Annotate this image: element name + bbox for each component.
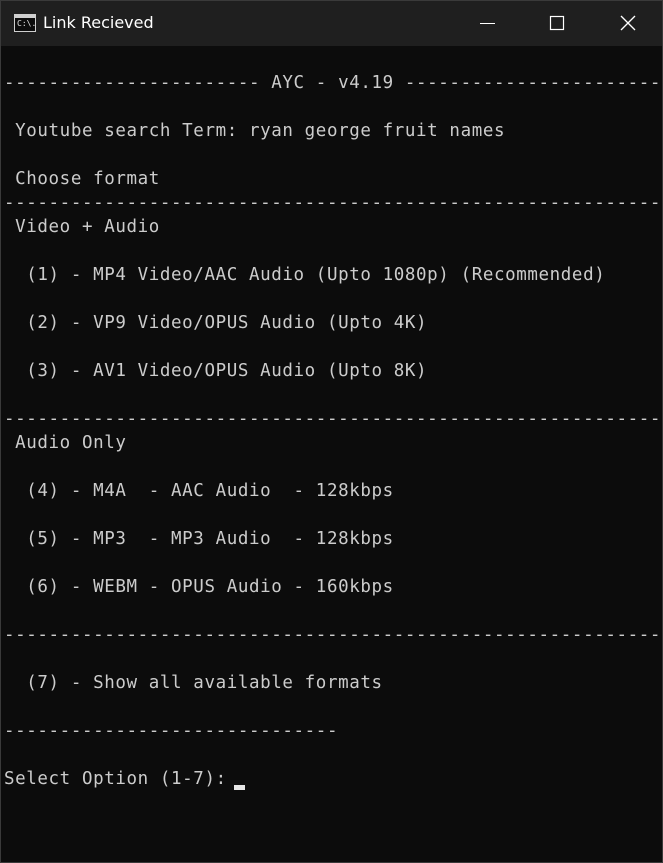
title-bar[interactable]: C:\. Link Recieved	[1, 1, 662, 46]
search-term-line: Youtube search Term: ryan george fruit n…	[4, 121, 506, 141]
separator-rule: ----------------------------------------…	[4, 409, 661, 429]
terminal-window: C:\. Link Recieved ---------------------…	[0, 0, 663, 863]
text-cursor	[234, 785, 245, 790]
minimize-icon	[480, 23, 495, 24]
option-7: (7) - Show all available formats	[4, 673, 383, 693]
option-6: (6) - WEBM - OPUS Audio - 160kbps	[4, 577, 394, 597]
maximize-icon	[549, 15, 565, 31]
console-output[interactable]: ----------------------- AYC - v4.19 ----…	[1, 61, 662, 851]
separator-rule: ----------------------------------------…	[4, 625, 661, 645]
close-button[interactable]	[605, 1, 651, 46]
console-app-icon-label: C:\.	[17, 19, 37, 28]
header-rule: ----------------------- AYC - v4.19 ----…	[4, 73, 661, 93]
choose-format-line: Choose format	[4, 169, 160, 189]
option-5: (5) - MP3 - MP3 Audio - 128kbps	[4, 529, 394, 549]
short-rule: ------------------------------	[4, 721, 339, 741]
window-title: Link Recieved	[43, 13, 154, 32]
console-app-icon[interactable]: C:\.	[14, 14, 36, 32]
option-1: (1) - MP4 Video/AAC Audio (Upto 1080p) (…	[4, 265, 606, 285]
option-3: (3) - AV1 Video/OPUS Audio (Upto 8K)	[4, 361, 428, 381]
select-option-prompt[interactable]: Select Option (1-7):	[4, 767, 238, 791]
maximize-button[interactable]	[534, 1, 580, 46]
minimize-button[interactable]	[465, 1, 511, 46]
close-icon	[620, 15, 636, 31]
audio-only-heading: Audio Only	[4, 433, 127, 453]
separator-rule: ----------------------------------------…	[4, 193, 661, 213]
option-4: (4) - M4A - AAC Audio - 128kbps	[4, 481, 394, 501]
option-2: (2) - VP9 Video/OPUS Audio (Upto 4K)	[4, 313, 428, 333]
video-audio-heading: Video + Audio	[4, 217, 160, 237]
